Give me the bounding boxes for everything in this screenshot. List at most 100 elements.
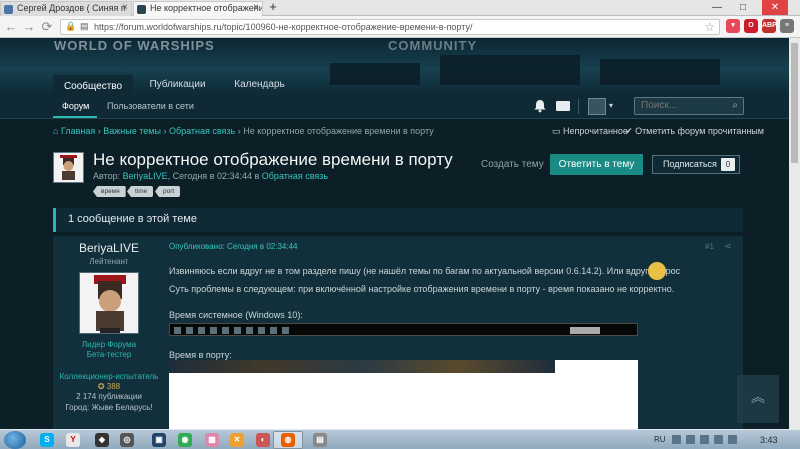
address-bar[interactable]: 🔒 ▤ https://forum.worldofwarships.ru/top…	[60, 19, 720, 35]
tray-icon[interactable]	[686, 435, 695, 444]
chevron-down-icon[interactable]: ▾	[609, 101, 613, 110]
author-avatar[interactable]	[79, 272, 139, 334]
tray-icon[interactable]	[700, 435, 709, 444]
divider	[578, 99, 579, 114]
scrollbar-thumb[interactable]	[791, 43, 798, 163]
pirate-avatar-icon	[60, 155, 77, 180]
active-tab-indicator	[53, 116, 97, 118]
tab-community[interactable]: Сообщество	[53, 73, 133, 95]
menu-icon[interactable]: ≡	[780, 19, 794, 33]
tabs-icon: ▤	[80, 21, 89, 31]
breadcrumb-separator: ›	[237, 126, 241, 136]
create-topic-button[interactable]: Создать тему	[481, 159, 544, 170]
search-box[interactable]: ⌕	[634, 97, 744, 115]
site-logo[interactable]: WORLD OF WARSHIPS	[54, 38, 215, 53]
clock[interactable]: 3:43	[760, 435, 778, 445]
minimize-button[interactable]: —	[706, 0, 728, 15]
back-icon[interactable]: ←	[3, 19, 19, 35]
share-icon[interactable]: ⋖	[724, 241, 732, 252]
breadcrumb-important[interactable]: Важные темы	[103, 126, 161, 136]
author-post-count: 2 174 публикации	[76, 392, 142, 401]
app-icon[interactable]: ◐	[256, 433, 270, 447]
mail-icon[interactable]	[556, 101, 570, 111]
start-button[interactable]	[4, 431, 26, 449]
browser-tab-forum[interactable]: Не корректное отображени ×	[133, 1, 263, 16]
caption-port-time: Время в порту:	[169, 350, 232, 360]
author-panel: BeriyaLIVE Лейтенант Лидер Форума Бета-т…	[53, 236, 165, 436]
close-window-button[interactable]: ✕	[762, 0, 788, 15]
app-icon[interactable]: ▦	[205, 433, 219, 447]
tag-port[interactable]: port	[155, 186, 181, 197]
breadcrumb-feedback[interactable]: Обратная связь	[169, 126, 235, 136]
unread-link[interactable]: ▭ Непрочитанное	[552, 126, 628, 137]
port-header-strip	[169, 360, 555, 373]
forward-icon[interactable]: →	[21, 19, 37, 35]
caption-system-time: Время системное (Windows 10):	[169, 310, 303, 320]
breadcrumb-home[interactable]: Главная	[61, 126, 95, 136]
adblock-icon[interactable]: ABP	[762, 19, 777, 33]
user-avatar[interactable]	[588, 98, 606, 115]
post-number[interactable]: #1	[705, 242, 714, 251]
reputation-icon: ✪	[97, 382, 105, 391]
tag-time[interactable]: time	[127, 186, 154, 197]
new-tab-button[interactable]: +	[265, 0, 281, 15]
reload-icon[interactable]: ⟳	[39, 19, 55, 35]
subnav-forum[interactable]: Форум	[62, 101, 89, 111]
search-icon[interactable]: ⌕	[732, 100, 738, 111]
screenshot-port-time[interactable]	[169, 360, 638, 436]
app-icon[interactable]: ◉	[178, 433, 192, 447]
topic-meta: Автор: BeriyaLIVE, Сегодня в 02:34:44 в …	[93, 171, 328, 181]
app-icon[interactable]: ▤	[313, 433, 327, 447]
screenshot-system-time[interactable]	[169, 323, 638, 336]
author-groups: Лидер Форума Бета-тестер	[53, 340, 165, 360]
tray-icon[interactable]	[672, 435, 681, 444]
bookmark-star-icon[interactable]: ☆	[704, 20, 715, 34]
tasks-icon[interactable]: ◆	[95, 433, 109, 447]
skype-icon[interactable]: S	[40, 433, 54, 447]
author-reputation: ✪ 388	[53, 382, 165, 391]
topic-author-link[interactable]: BeriyaLIVE	[123, 171, 168, 181]
gamepad-icon[interactable]: ◎	[120, 433, 134, 447]
app-icon[interactable]: ✕	[230, 433, 244, 447]
unread-label: Непрочитанное	[563, 126, 628, 136]
breadcrumb-current: Не корректное отображение времени в порт…	[243, 126, 434, 136]
tab-publications[interactable]: Публикации	[140, 73, 215, 95]
reputation-value: 388	[106, 382, 121, 391]
scroll-to-top-button[interactable]: ︽	[737, 375, 779, 423]
yandex-icon[interactable]: Y	[66, 433, 80, 447]
browser-tab-bar: Сергей Дроздов ( Синяя п × Не корректное…	[0, 0, 800, 16]
main-nav: Сообщество Публикации Календарь	[0, 73, 800, 95]
follow-button[interactable]: Подписаться 0	[652, 155, 740, 174]
pocket-icon[interactable]: ▾	[726, 19, 740, 33]
bell-icon[interactable]	[533, 99, 547, 113]
author-name[interactable]: BeriyaLIVE	[53, 241, 165, 255]
browser-tab-vk[interactable]: Сергей Дроздов ( Синяя п ×	[0, 1, 132, 16]
author-city: Город: Жыве Беларусь!	[65, 403, 153, 412]
close-tab-icon[interactable]: ×	[253, 2, 259, 13]
breadcrumb: ⌂ Главная › Важные темы › Обратная связь…	[53, 126, 434, 136]
topic-forum-link[interactable]: Обратная связь	[262, 171, 328, 181]
reply-button[interactable]: Ответить в тему	[550, 154, 643, 175]
network-icon[interactable]	[714, 435, 723, 444]
topic-title: Не корректное отображение времени в порт…	[93, 150, 453, 169]
tag-time-ru[interactable]: время	[93, 186, 126, 197]
firefox-icon[interactable]: ◍	[281, 433, 295, 447]
opera-icon[interactable]: O	[744, 19, 758, 33]
page-scrollbar[interactable]	[789, 38, 800, 429]
pirate-avatar-icon	[94, 275, 126, 333]
language-indicator[interactable]: RU	[654, 435, 666, 444]
close-tab-icon[interactable]: ×	[122, 2, 128, 13]
maximize-button[interactable]: □	[732, 0, 754, 15]
search-input[interactable]	[641, 100, 711, 111]
volume-icon[interactable]	[728, 435, 737, 444]
app-icon[interactable]: ▣	[152, 433, 166, 447]
topic-author-avatar[interactable]	[53, 152, 84, 183]
checkmark-icon: ✔	[625, 126, 633, 136]
author-collector-title: Коллекционер-испытатель	[59, 372, 159, 381]
subnav-online-users[interactable]: Пользователи в сети	[107, 101, 194, 111]
mark-read-link[interactable]: ✔ Отметить форум прочитанным	[625, 126, 764, 137]
post-date[interactable]: Опубликовано: Сегодня в 02:34:44	[169, 242, 297, 251]
home-icon[interactable]: ⌂	[53, 126, 58, 136]
tab-calendar[interactable]: Календарь	[222, 73, 297, 95]
post-count-bar: 1 сообщение в этой теме	[53, 208, 743, 232]
